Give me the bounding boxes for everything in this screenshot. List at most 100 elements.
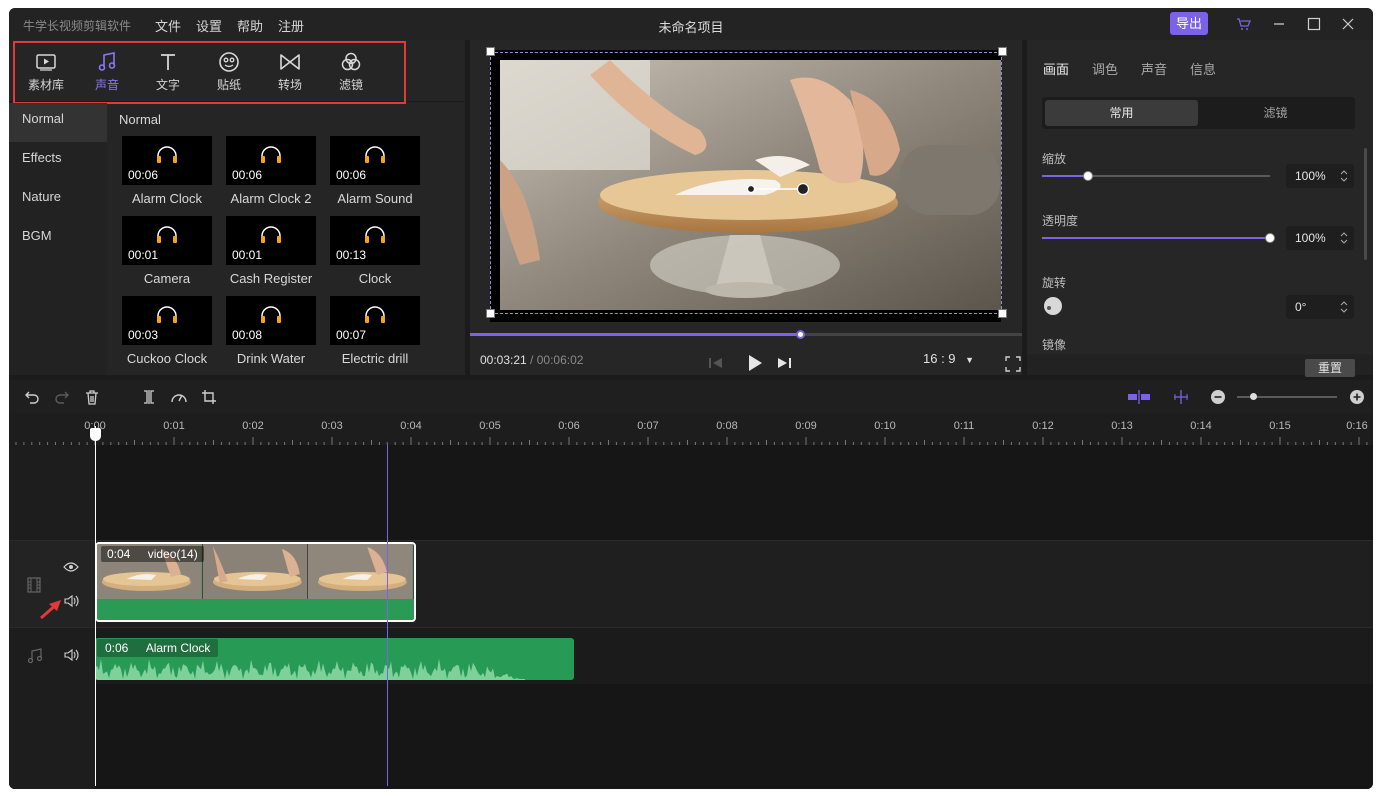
marker-icon[interactable] bbox=[1169, 387, 1193, 407]
tool-text[interactable]: 文字 bbox=[143, 50, 193, 93]
zoom-knob[interactable] bbox=[1250, 393, 1257, 400]
ruler-tick-label: 0:14 bbox=[1190, 420, 1212, 432]
category-normal[interactable]: Normal bbox=[9, 103, 107, 142]
stepper-icon[interactable] bbox=[1340, 231, 1348, 245]
tool-media-library[interactable]: 素材库 bbox=[21, 50, 71, 93]
resize-handle[interactable] bbox=[486, 47, 495, 56]
tool-filter[interactable]: 滤镜 bbox=[326, 50, 376, 93]
sound-tile[interactable]: 00:03 Cuckoo Clock bbox=[122, 296, 212, 366]
aspect-ratio-select[interactable]: 16 : 9 ▼ bbox=[923, 351, 974, 366]
tab-info[interactable]: 信息 bbox=[1190, 59, 1216, 78]
tool-sticker[interactable]: 贴纸 bbox=[204, 50, 254, 93]
video-track-header bbox=[9, 541, 95, 627]
video-clip[interactable]: 0:04 video(14) bbox=[95, 542, 416, 622]
ruler-tick-label: 0:11 bbox=[953, 420, 975, 432]
category-nature[interactable]: Nature bbox=[9, 181, 107, 220]
arrow-annotation-icon bbox=[39, 598, 63, 623]
export-button[interactable]: 导出 bbox=[1170, 12, 1208, 35]
volume-icon[interactable] bbox=[63, 594, 79, 611]
ruler-tick-label: 0:03 bbox=[321, 420, 343, 432]
menu-register[interactable]: 注册 bbox=[278, 16, 304, 35]
sound-name: Cuckoo Clock bbox=[126, 351, 208, 366]
menu-help[interactable]: 帮助 bbox=[237, 16, 263, 35]
delete-icon[interactable] bbox=[82, 387, 102, 407]
next-frame-icon[interactable] bbox=[776, 356, 792, 373]
headphones-icon bbox=[157, 306, 177, 323]
category-bgm[interactable]: BGM bbox=[9, 220, 107, 259]
sound-tile[interactable]: 00:01 Cash Register bbox=[226, 216, 316, 286]
progress-knob[interactable] bbox=[796, 330, 806, 339]
zoom-in-icon[interactable] bbox=[1347, 387, 1367, 407]
properties-panel: 画面 调色 声音 信息 常用 滤镜 缩放 100% 透明度 100% 旋转 0°… bbox=[1027, 40, 1373, 377]
category-effects[interactable]: Effects bbox=[9, 142, 107, 181]
rotate-input[interactable]: 0° bbox=[1286, 295, 1354, 319]
resize-handle[interactable] bbox=[998, 309, 1007, 318]
speed-icon[interactable] bbox=[169, 387, 189, 407]
chevron-down-icon: ▼ bbox=[965, 355, 975, 365]
resize-handle[interactable] bbox=[998, 47, 1007, 56]
media-toolbar: 素材库 声音 文字 贴纸 转场 滤镜 bbox=[9, 40, 465, 104]
eye-icon[interactable] bbox=[63, 561, 79, 576]
close-icon[interactable] bbox=[1337, 13, 1359, 35]
sound-tile[interactable]: 00:07 Electric drill bbox=[330, 296, 420, 366]
tool-transition[interactable]: 转场 bbox=[265, 50, 315, 93]
rotation-handle[interactable] bbox=[747, 183, 809, 195]
preview-progress-bar[interactable] bbox=[470, 330, 1022, 339]
tool-label: 素材库 bbox=[27, 78, 64, 92]
crop-icon[interactable] bbox=[199, 387, 219, 407]
undo-icon[interactable] bbox=[22, 387, 42, 407]
slider-knob[interactable] bbox=[1082, 171, 1093, 181]
stepper-icon[interactable] bbox=[1340, 169, 1348, 183]
opacity-slider[interactable] bbox=[1042, 233, 1275, 243]
volume-icon[interactable] bbox=[63, 648, 79, 665]
redo-icon[interactable] bbox=[52, 387, 72, 407]
sound-tile[interactable]: 00:01 Camera bbox=[122, 216, 212, 286]
audio-clip-name: Alarm Clock bbox=[145, 641, 211, 655]
prev-frame-icon[interactable] bbox=[708, 356, 724, 373]
video-clip-duration: 0:04 bbox=[107, 547, 131, 561]
sound-thumbnail: 00:13 bbox=[330, 216, 420, 265]
scale-input[interactable]: 100% bbox=[1286, 164, 1354, 188]
sound-tile[interactable]: 00:06 Alarm Clock 2 bbox=[226, 136, 316, 206]
tab-picture[interactable]: 画面 bbox=[1043, 59, 1069, 78]
sound-tile[interactable]: 00:13 Clock bbox=[330, 216, 420, 286]
maximize-icon[interactable] bbox=[1303, 13, 1325, 35]
menu-file[interactable]: 文件 bbox=[155, 16, 181, 35]
rotate-dial-icon[interactable] bbox=[1043, 296, 1063, 319]
snap-icon[interactable] bbox=[1127, 387, 1151, 407]
properties-scrollbar[interactable] bbox=[1364, 148, 1367, 260]
sound-tile[interactable]: 00:06 Alarm Clock bbox=[122, 136, 212, 206]
tab-color[interactable]: 调色 bbox=[1092, 59, 1118, 78]
ruler-tick-label: 0:05 bbox=[479, 420, 501, 432]
sound-thumbnail: 00:06 bbox=[122, 136, 212, 185]
zoom-out-icon[interactable] bbox=[1208, 387, 1228, 407]
video-preview[interactable] bbox=[490, 50, 1001, 322]
headphones-icon bbox=[365, 226, 385, 243]
menu-settings[interactable]: 设置 bbox=[196, 16, 222, 35]
slider-knob[interactable] bbox=[1265, 233, 1275, 243]
minimize-icon[interactable] bbox=[1268, 13, 1290, 35]
zoom-slider[interactable] bbox=[1237, 393, 1337, 400]
sound-tile[interactable]: 00:06 Alarm Sound bbox=[330, 136, 420, 206]
reset-button[interactable]: 重置 bbox=[1305, 359, 1355, 377]
opacity-input[interactable]: 100% bbox=[1286, 226, 1354, 250]
tool-label: 滤镜 bbox=[338, 78, 363, 92]
sound-tile[interactable]: 00:08 Drink Water bbox=[226, 296, 316, 366]
play-icon[interactable] bbox=[747, 354, 763, 375]
cart-icon[interactable] bbox=[1233, 13, 1255, 35]
rotate-value: 0° bbox=[1295, 300, 1307, 314]
audio-clip[interactable]: 0:06 Alarm Clock bbox=[95, 638, 574, 680]
playhead-handle[interactable] bbox=[90, 428, 101, 441]
sound-name: Clock bbox=[358, 271, 392, 286]
resize-handle[interactable] bbox=[486, 309, 495, 318]
timeline-ruler[interactable]: 0:000:010:020:030:040:050:060:070:080:09… bbox=[9, 413, 1373, 445]
scale-slider[interactable] bbox=[1042, 171, 1270, 181]
segment-filter[interactable]: 滤镜 bbox=[1199, 100, 1352, 126]
stepper-icon[interactable] bbox=[1340, 300, 1348, 314]
split-icon[interactable] bbox=[139, 387, 159, 407]
tab-sound[interactable]: 声音 bbox=[1141, 59, 1167, 78]
current-time: 00:03:21 bbox=[480, 353, 527, 367]
fullscreen-icon[interactable] bbox=[1005, 356, 1021, 375]
segment-common[interactable]: 常用 bbox=[1045, 100, 1198, 126]
tool-audio[interactable]: 声音 bbox=[82, 50, 132, 93]
